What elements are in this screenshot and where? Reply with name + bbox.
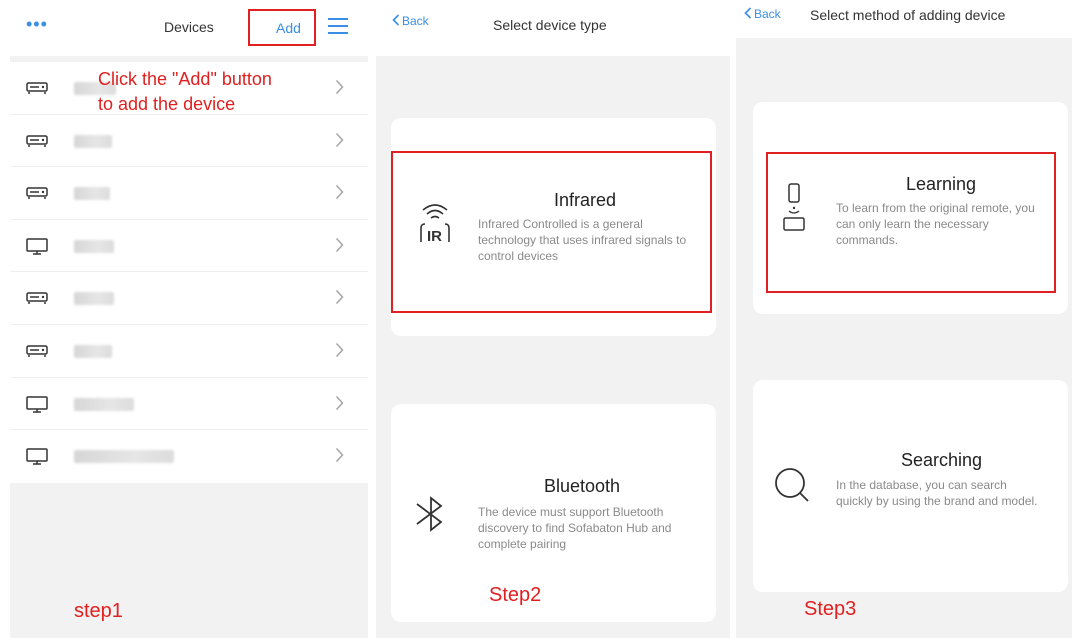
back-button[interactable]: Back xyxy=(392,14,429,28)
device-name-redacted xyxy=(74,397,134,411)
add-button[interactable]: Add xyxy=(276,20,301,36)
chevron-right-icon xyxy=(335,131,344,154)
devices-screen: ••• Devices Add Click the "Add" button t… xyxy=(10,0,368,638)
device-name-redacted xyxy=(74,292,114,306)
device-name-redacted xyxy=(74,134,112,148)
page-title: Devices xyxy=(164,19,214,35)
devices-navbar: ••• Devices Add xyxy=(10,0,368,56)
back-label: Back xyxy=(754,7,781,21)
device-type-navbar: Back Select device type xyxy=(376,0,730,56)
bluetooth-title: Bluetooth xyxy=(544,476,621,496)
more-options-icon[interactable]: ••• xyxy=(26,14,48,35)
search-icon xyxy=(775,468,809,502)
settop-box-icon xyxy=(26,80,48,96)
searching-card[interactable]: Searching In the database, you can searc… xyxy=(753,380,1068,592)
device-list-item[interactable] xyxy=(10,430,368,483)
device-name-redacted xyxy=(74,450,174,464)
page-title: Select method of adding device xyxy=(810,7,1006,23)
chevron-left-icon xyxy=(392,14,400,26)
annotation-line-2: to add the device xyxy=(98,94,236,114)
tv-icon xyxy=(26,238,48,255)
chevron-right-icon xyxy=(335,78,344,101)
device-name-redacted xyxy=(74,344,112,358)
chevron-right-icon xyxy=(335,394,344,417)
infrared-highlight-box xyxy=(391,151,712,313)
chevron-right-icon xyxy=(335,183,344,206)
device-list-item[interactable] xyxy=(10,325,368,378)
device-list xyxy=(10,62,368,483)
step-label: Step3 xyxy=(804,598,857,620)
page-title: Select device type xyxy=(493,17,607,33)
chevron-right-icon xyxy=(335,341,344,364)
chevron-right-icon xyxy=(335,446,344,469)
chevron-left-icon xyxy=(744,7,752,19)
device-list-item[interactable] xyxy=(10,378,368,431)
settop-box-icon xyxy=(26,133,48,149)
tv-icon xyxy=(26,448,48,465)
device-name-redacted xyxy=(74,187,110,201)
step-label: step1 xyxy=(74,600,123,622)
bluetooth-icon xyxy=(416,496,443,532)
menu-icon[interactable] xyxy=(328,18,348,36)
chevron-right-icon xyxy=(335,288,344,311)
device-list-item[interactable] xyxy=(10,272,368,325)
select-device-type-screen: Back Select device type IR Infrared Infr… xyxy=(376,0,730,638)
settop-box-icon xyxy=(26,185,48,201)
device-list-item[interactable] xyxy=(10,167,368,220)
searching-title: Searching xyxy=(901,450,983,470)
device-list-item[interactable] xyxy=(10,220,368,273)
searching-description: In the database, you can search quickly … xyxy=(836,478,1038,508)
back-label: Back xyxy=(402,14,429,28)
device-name-redacted xyxy=(74,239,114,253)
bluetooth-card[interactable]: Bluetooth The device must support Blueto… xyxy=(391,404,716,622)
settop-box-icon xyxy=(26,343,48,359)
bluetooth-description: The device must support Bluetooth discov… xyxy=(478,505,672,551)
back-button[interactable]: Back xyxy=(744,7,781,21)
device-list-item[interactable] xyxy=(10,115,368,168)
step-label: Step2 xyxy=(489,584,542,606)
adding-method-navbar: Back Select method of adding device xyxy=(736,0,1072,38)
settop-box-icon xyxy=(26,290,48,306)
chevron-right-icon xyxy=(335,236,344,259)
annotation-line-1: Click the "Add" button xyxy=(98,69,272,89)
select-adding-method-screen: Back Select method of adding device Lear… xyxy=(736,0,1072,638)
learning-highlight-box xyxy=(766,152,1056,293)
tv-icon xyxy=(26,395,48,413)
